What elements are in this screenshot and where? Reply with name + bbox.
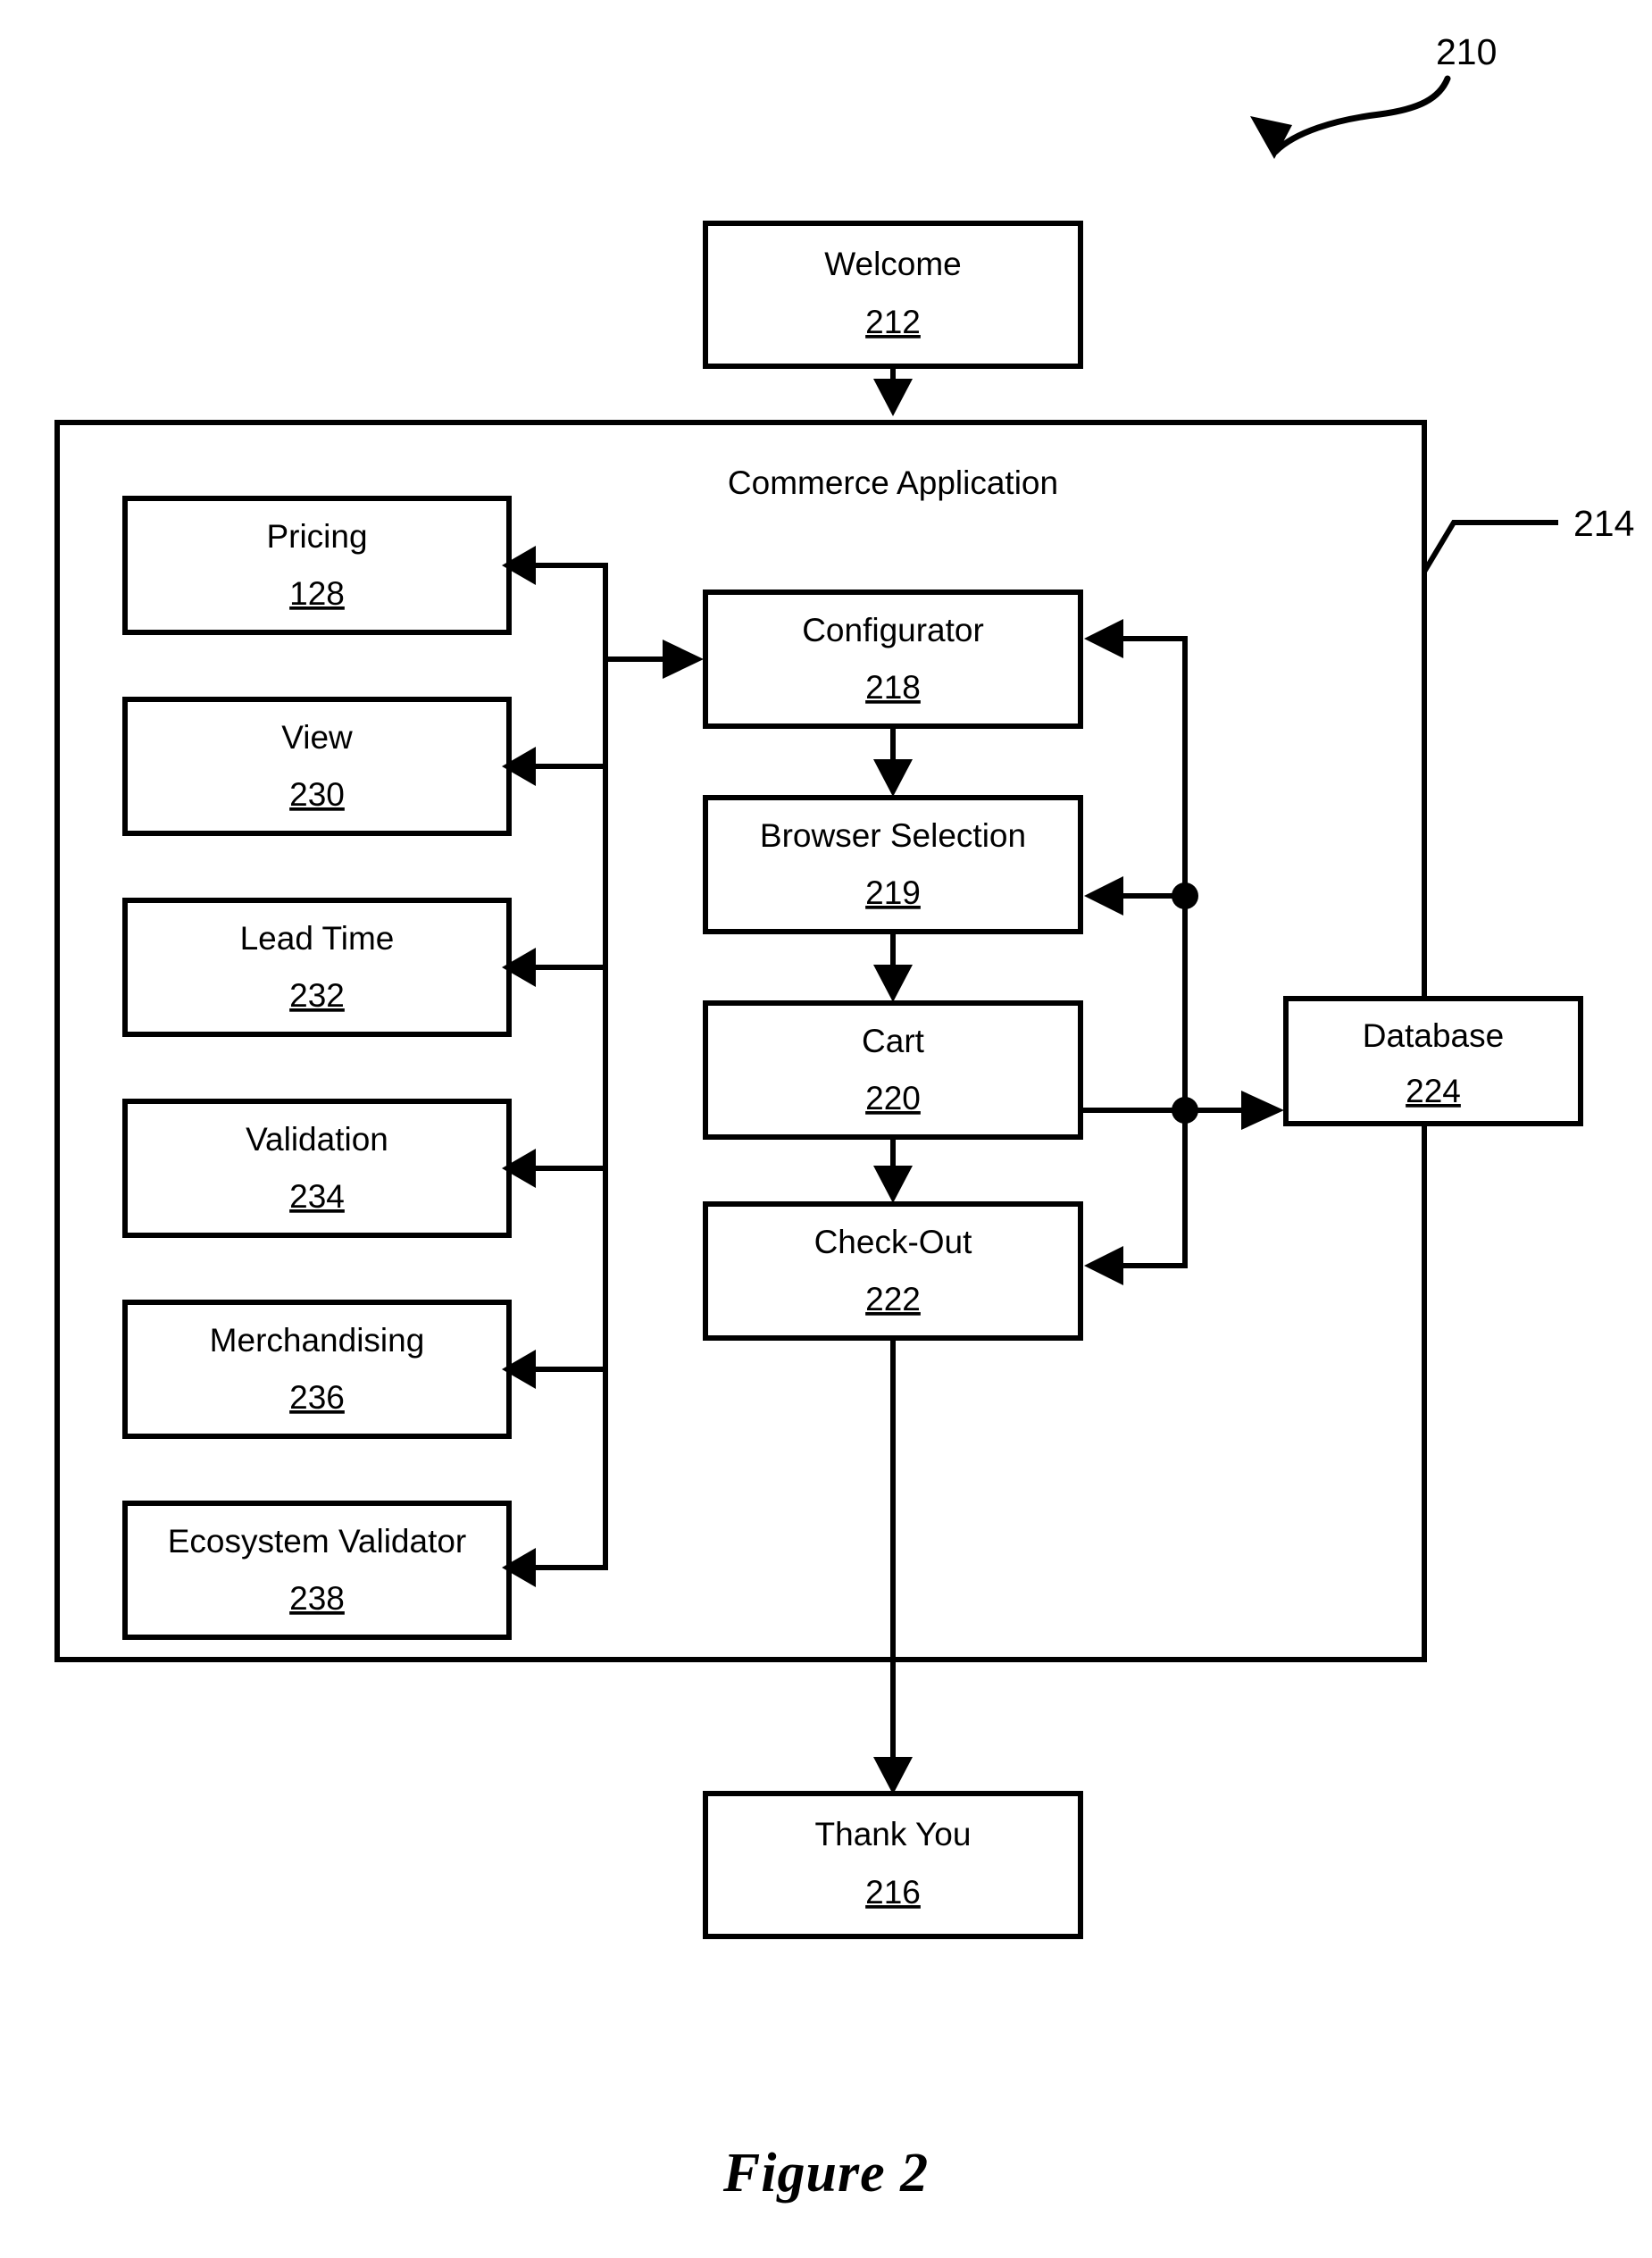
arrow-to-database <box>1241 1091 1284 1130</box>
figure-page: 210 Welcome 212 Commerce Application 214… <box>0 0 1652 2258</box>
arrow-to-browser-selection <box>1084 876 1123 916</box>
edge-browser-cart-arrowhead <box>873 965 913 1002</box>
node-welcome-label: Welcome <box>824 246 962 282</box>
node-browser-selection-ref: 219 <box>865 874 921 911</box>
edge-checkout-thankyou-arrowhead <box>873 1757 913 1794</box>
edge-cart-checkout-arrowhead <box>873 1166 913 1203</box>
edge-browser-to-cart <box>873 932 913 1002</box>
edge-welcome-arrowhead <box>873 379 913 416</box>
left-service-bus <box>502 546 704 1587</box>
node-database[interactable]: Database 224 <box>1283 996 1583 1126</box>
flow-diagram: 210 Welcome 212 Commerce Application 214… <box>54 31 1634 1939</box>
commerce-application-title: Commerce Application <box>728 464 1058 501</box>
node-browser-selection-label: Browser Selection <box>760 817 1026 854</box>
node-cart-label: Cart <box>862 1023 925 1059</box>
edge-configurator-to-browser <box>873 726 913 797</box>
callout-214-label: 214 <box>1573 503 1634 544</box>
node-validation-label: Validation <box>246 1121 388 1158</box>
callout-210: 210 <box>1250 31 1497 159</box>
edge-checkout-to-thankyou <box>873 1338 913 1794</box>
node-database-label: Database <box>1363 1017 1504 1054</box>
node-ecosystem-validator-label: Ecosystem Validator <box>168 1523 467 1560</box>
node-ecosystem-validator[interactable]: Ecosystem Validator 238 <box>122 1501 512 1640</box>
callout-214: 214 <box>1422 503 1634 573</box>
arrow-to-check-out <box>1084 1246 1123 1285</box>
node-validation[interactable]: Validation 234 <box>122 1099 512 1238</box>
node-merchandising-label: Merchandising <box>210 1322 425 1359</box>
node-view-ref: 230 <box>289 776 345 813</box>
node-configurator-label: Configurator <box>802 612 984 648</box>
callout-210-curve <box>1272 75 1451 155</box>
junction-dot-cart <box>1172 1097 1198 1124</box>
node-view[interactable]: View 230 <box>122 697 512 836</box>
callout-210-label: 210 <box>1436 31 1497 72</box>
node-lead-time-label: Lead Time <box>240 920 395 957</box>
node-check-out-ref: 222 <box>865 1281 921 1317</box>
node-check-out-label: Check-Out <box>814 1224 973 1260</box>
callout-210-arrowhead <box>1250 116 1292 159</box>
node-configurator-ref: 218 <box>865 669 921 706</box>
node-ecosystem-validator-ref: 238 <box>289 1580 345 1617</box>
node-thank-you-label: Thank You <box>815 1816 972 1852</box>
node-configurator[interactable]: Configurator 218 <box>703 590 1083 729</box>
right-data-bus <box>1080 619 1284 1285</box>
node-thank-you-ref: 216 <box>865 1874 921 1911</box>
node-pricing[interactable]: Pricing 128 <box>122 496 512 635</box>
node-thank-you-box[interactable] <box>703 1791 1083 1939</box>
figure-caption: Figure 2 <box>722 2143 930 2204</box>
node-pricing-label: Pricing <box>266 518 367 555</box>
node-thank-you[interactable]: Thank You 216 <box>703 1791 1083 1939</box>
edge-welcome-to-configurator <box>873 366 913 416</box>
node-lead-time[interactable]: Lead Time 232 <box>122 898 512 1037</box>
node-browser-selection[interactable]: Browser Selection 219 <box>703 795 1083 934</box>
node-check-out[interactable]: Check-Out 222 <box>703 1201 1083 1341</box>
arrow-to-configurator-left <box>663 640 704 679</box>
node-welcome-ref: 212 <box>865 304 921 340</box>
node-view-label: View <box>281 719 353 756</box>
node-validation-ref: 234 <box>289 1178 345 1215</box>
node-welcome-box[interactable] <box>703 221 1083 369</box>
node-welcome[interactable]: Welcome 212 <box>703 221 1083 369</box>
node-merchandising-ref: 236 <box>289 1379 345 1416</box>
node-cart[interactable]: Cart 220 <box>703 1000 1083 1140</box>
node-merchandising[interactable]: Merchandising 236 <box>122 1300 512 1439</box>
callout-214-leader <box>1422 520 1558 573</box>
node-lead-time-ref: 232 <box>289 977 345 1014</box>
node-pricing-ref: 128 <box>289 575 345 612</box>
arrow-to-configurator-right <box>1084 619 1123 658</box>
edge-cart-to-checkout <box>873 1137 913 1203</box>
node-database-ref: 224 <box>1406 1073 1461 1109</box>
edge-configurator-browser-arrowhead <box>873 759 913 797</box>
junction-dot-browser <box>1172 882 1198 909</box>
node-cart-ref: 220 <box>865 1080 921 1116</box>
